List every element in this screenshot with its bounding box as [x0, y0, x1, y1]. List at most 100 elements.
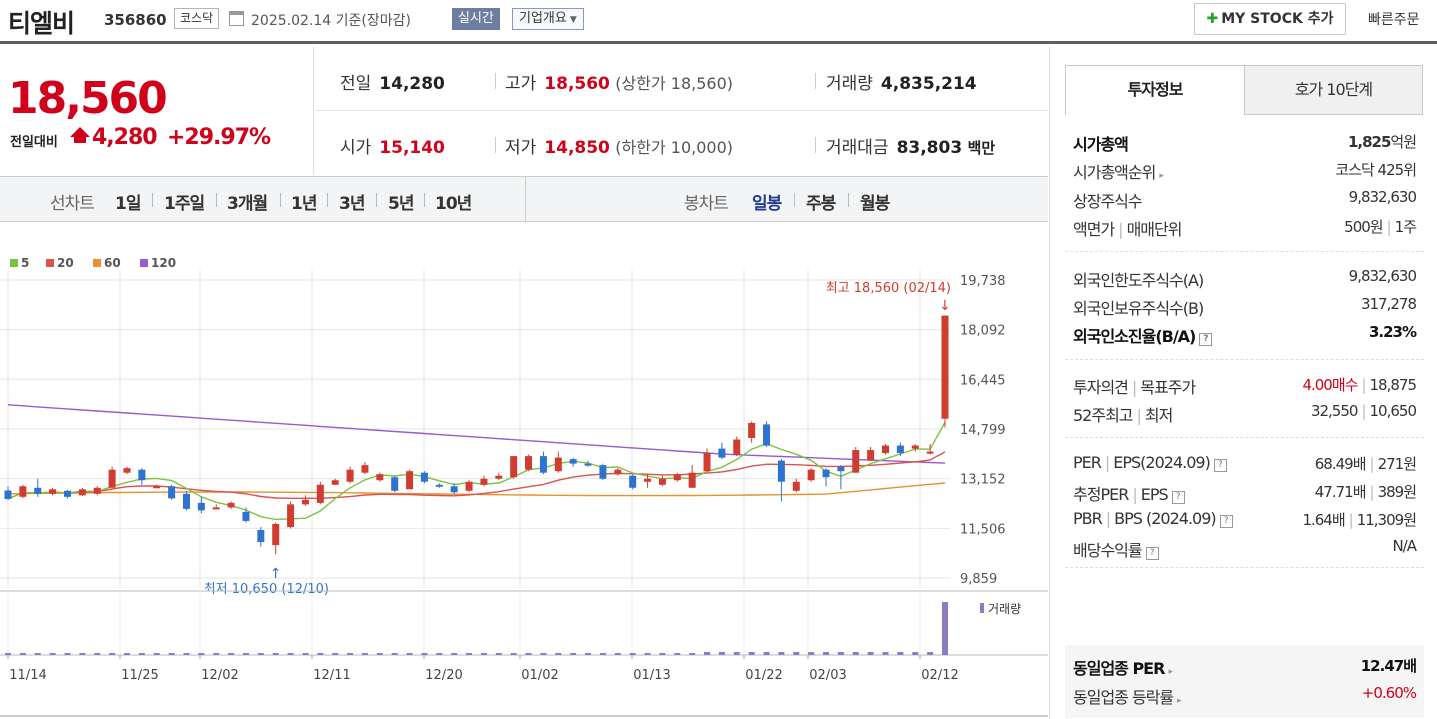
- candle: [138, 469, 146, 481]
- candle: [569, 459, 577, 464]
- candle: [525, 456, 533, 470]
- chevron-right-icon: ▸: [1159, 171, 1163, 181]
- candle: [896, 445, 904, 454]
- volume-bar: [837, 652, 844, 655]
- volume-bar: [5, 653, 11, 655]
- volume-bar: [510, 653, 517, 655]
- candle-chart-label: 봉차트: [684, 194, 729, 214]
- market-cap-value: 1,825억원: [1347, 133, 1417, 151]
- candle: [376, 474, 384, 481]
- quick-order-button[interactable]: 빠른주문: [1368, 9, 1420, 29]
- candle: [227, 502, 235, 508]
- par-lot-label: 액면가 | 매매단위: [1073, 220, 1182, 239]
- industry-per-value: 12.47배: [1360, 657, 1417, 675]
- tab-3m[interactable]: 3개월: [227, 189, 268, 214]
- tab-3y[interactable]: 3년: [339, 189, 365, 214]
- volume-bar: [213, 653, 220, 655]
- caret-down-icon: ▼: [569, 15, 577, 25]
- tab-1w[interactable]: 1주일: [164, 189, 205, 214]
- help-icon[interactable]: ?: [1213, 459, 1227, 472]
- compare-label: 전일대비: [10, 135, 58, 150]
- max-price-annotation: 최고 18,560 (02/14): [826, 281, 951, 296]
- candle: [629, 475, 637, 488]
- candle: [465, 481, 473, 491]
- volume-bar: [19, 653, 26, 655]
- volume-bar: [168, 653, 175, 655]
- add-mystock-button[interactable]: ✚ MY STOCK 추가: [1194, 3, 1346, 35]
- volume-bar: [466, 653, 473, 655]
- volume-bar: [897, 652, 904, 655]
- candle: [34, 487, 42, 494]
- candle: [182, 493, 190, 509]
- price-change-percent: +29.97%: [167, 125, 271, 150]
- foreign-ratio-value: 3.23%: [1368, 323, 1417, 341]
- tab-daily[interactable]: 일봉: [752, 189, 782, 214]
- stock-header: 티엘비 356860 코스닥 2025.02.14 기준(장마감) 실시간 기업…: [0, 0, 1437, 44]
- y-tick-label: 9,859: [960, 572, 997, 587]
- x-tick-label: 01/22: [745, 668, 782, 683]
- candle: [257, 530, 265, 543]
- volume-bar: [644, 653, 651, 655]
- candle: [763, 424, 771, 446]
- volume-bar: [674, 653, 681, 655]
- tab-10y[interactable]: 10년: [435, 189, 472, 214]
- x-tick-label: 12/02: [201, 668, 238, 683]
- volume-bar: [123, 653, 130, 655]
- tab-1d[interactable]: 1일: [115, 189, 141, 214]
- volume-bar: [525, 653, 532, 655]
- high-price: 고가 18,560 (상한가 18,560): [505, 74, 734, 94]
- candle: [19, 486, 27, 497]
- candle: [391, 477, 399, 491]
- volume-bar: [198, 653, 205, 655]
- industry-per-label[interactable]: 동일업종 PER ▸: [1073, 655, 1173, 679]
- quote-date: 2025.02.14 기준(장마감): [251, 13, 411, 29]
- candle: [792, 481, 800, 491]
- calendar-icon: [229, 11, 244, 26]
- min-price-annotation: 최저 10,650 (12/10): [204, 582, 329, 597]
- volume-legend: 거래량: [988, 602, 1021, 616]
- volume-bar: [852, 652, 859, 655]
- realtime-button[interactable]: 실시간: [452, 8, 500, 30]
- section-valuation: PER | EPS(2024.09)? 68.49배 | 271원 추정PER | EPS? 4…: [1065, 438, 1424, 568]
- help-icon[interactable]: ?: [1171, 491, 1185, 504]
- market-cap-rank-label[interactable]: 시가총액순위 ▸: [1073, 159, 1164, 183]
- tab-invest-info[interactable]: 투자정보: [1065, 65, 1245, 115]
- industry-change-label[interactable]: 동일업종 등락률 ▸: [1073, 684, 1182, 708]
- candle: [777, 460, 785, 482]
- opinion-label: 투자의견 | 목표주가: [1073, 378, 1196, 397]
- candle: [718, 448, 726, 458]
- volume-bar: [718, 652, 725, 655]
- candle: [599, 465, 607, 479]
- candle: [495, 475, 503, 479]
- price-change: 4,280: [92, 125, 158, 150]
- help-icon[interactable]: ?: [1199, 333, 1213, 346]
- tab-5y[interactable]: 5년: [388, 189, 414, 214]
- stock-code: 356860: [104, 11, 167, 29]
- tab-orderbook-10[interactable]: 호가 10단계: [1244, 65, 1423, 115]
- shares-label: 상장주식수: [1073, 192, 1143, 211]
- volume-bar: [64, 653, 71, 655]
- industry-change-value: +0.60%: [1361, 684, 1417, 702]
- y-tick-label: 14,799: [960, 423, 1006, 438]
- tab-1y[interactable]: 1년: [291, 189, 317, 214]
- candle: [882, 445, 890, 454]
- candle: [361, 465, 369, 473]
- chevron-right-icon: ▸: [1168, 667, 1172, 677]
- help-icon[interactable]: ?: [1145, 547, 1159, 560]
- candle: [420, 472, 428, 482]
- candlestick-chart[interactable]: 5 20 60 120 19,738 18,092 16,445 14,799 13,1…: [0, 223, 1048, 719]
- candle: [450, 486, 458, 493]
- volume-bar: [34, 653, 41, 655]
- candle: [837, 466, 845, 472]
- volume-bar: [540, 653, 547, 655]
- volume-bar: [763, 652, 770, 655]
- low-price: 저가 14,850 (하한가 10,000): [505, 138, 734, 158]
- tab-monthly[interactable]: 월봉: [860, 189, 890, 214]
- tab-weekly[interactable]: 주봉: [806, 189, 836, 214]
- company-info-dropdown[interactable]: 기업개요 ▼: [512, 8, 584, 30]
- help-icon[interactable]: ?: [1219, 515, 1233, 528]
- x-tick-label: 12/20: [425, 668, 462, 683]
- volume-bar: [495, 653, 502, 655]
- current-price: 18,560: [8, 73, 168, 124]
- fper-eps-value: 47.71배 | 389원: [1314, 483, 1417, 501]
